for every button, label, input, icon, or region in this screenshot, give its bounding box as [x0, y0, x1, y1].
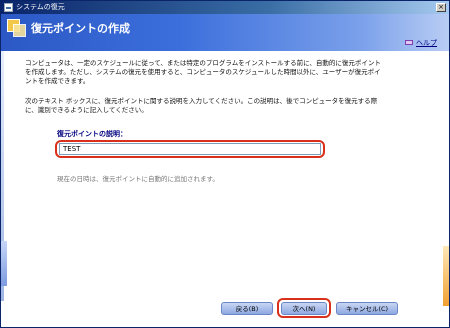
help-book-icon [405, 40, 413, 45]
close-button[interactable]: × [436, 3, 446, 12]
intro-paragraph: コンピュータは、一定のスケジュールに従って、または特定のプログラムをインストール… [25, 59, 381, 85]
datetime-note: 現在の日時は、復元ポイントに自動的に追加されます。 [57, 175, 219, 183]
page-title: 復元ポイントの作成 [31, 22, 130, 35]
description-input[interactable] [59, 143, 321, 155]
header-banner: 復元ポイントの作成 [1, 14, 449, 51]
app-icon [4, 3, 13, 12]
back-button[interactable]: 戻る(B) [221, 302, 273, 315]
window-title: システムの復元 [16, 3, 65, 11]
description-label: 復元ポイントの説明： [57, 130, 127, 138]
left-decoration-accent [1, 241, 7, 286]
help-link[interactable]: ヘルプ [405, 38, 447, 48]
title-bar: システムの復元 × [1, 1, 449, 14]
next-button[interactable]: 次へ(N) [281, 302, 327, 315]
cancel-button[interactable]: キャンセル(C) [336, 302, 398, 315]
help-label[interactable]: ヘルプ [416, 38, 437, 48]
right-decoration-accent [443, 246, 449, 306]
restore-logo-icon [7, 19, 26, 37]
instruction-paragraph: 次のテキスト ボックスに、復元ポイントに関する説明を入力してください。この説明は… [25, 97, 378, 114]
system-restore-window: システムの復元 × 復元ポイントの作成 ヘルプ コンピュータは、一定のスケジュー… [0, 0, 450, 328]
